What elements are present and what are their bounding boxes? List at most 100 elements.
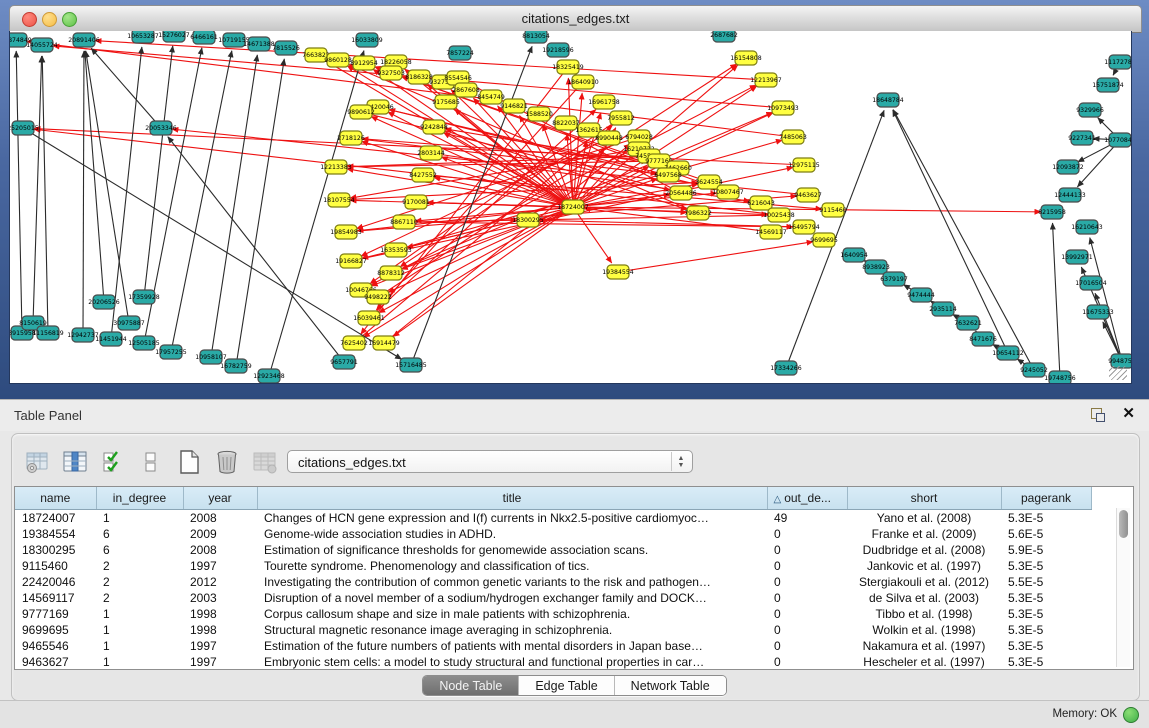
- graph-edge[interactable]: [573, 207, 612, 263]
- graph-node[interactable]: 17016504: [1075, 276, 1107, 290]
- graph-node[interactable]: 16914479: [368, 336, 400, 350]
- window-titlebar[interactable]: citations_edges.txt: [9, 5, 1142, 33]
- graph-node[interactable]: 6497568: [654, 168, 682, 182]
- table-settings-button[interactable]: [24, 449, 50, 475]
- graph-edge[interactable]: [168, 137, 344, 362]
- graph-node[interactable]: 9327503: [377, 66, 405, 80]
- tab-node-table[interactable]: Node Table: [423, 676, 519, 695]
- table-row[interactable]: 977716911998Corpus callosum shape and si…: [15, 606, 1091, 622]
- graph-node[interactable]: 2935114: [929, 302, 957, 316]
- table-row[interactable]: 911546021997Tourette syndrome. Phenomeno…: [15, 558, 1091, 574]
- graph-node[interactable]: 10025438: [763, 208, 795, 222]
- graph-node[interactable]: 18300295: [512, 213, 544, 227]
- graph-node[interactable]: 16961758: [588, 95, 620, 109]
- table-row[interactable]: 1872400712008Changes of HCN gene express…: [15, 510, 1091, 527]
- network-view-canvas[interactable]: 1687484914055724208914061065328715276027…: [9, 31, 1132, 384]
- graph-node[interactable]: 20053346: [145, 121, 177, 135]
- graph-node[interactable]: 17359928: [128, 290, 160, 304]
- scrollbar-thumb[interactable]: [1119, 510, 1128, 538]
- new-table-button[interactable]: [176, 449, 202, 475]
- graph-node[interactable]: 16154808: [730, 51, 762, 65]
- graph-edge[interactable]: [1095, 293, 1122, 361]
- resize-grip[interactable]: [1109, 366, 1127, 380]
- graph-edge[interactable]: [91, 48, 161, 128]
- delete-table-button[interactable]: [214, 449, 240, 475]
- graph-node[interactable]: 12093872: [1052, 160, 1084, 174]
- graph-node[interactable]: 8912954: [350, 56, 378, 70]
- graph-node[interactable]: 25205015: [10, 121, 39, 135]
- graph-node[interactable]: 16353593: [380, 243, 412, 257]
- graph-edge[interactable]: [42, 56, 48, 333]
- graph-node[interactable]: 18325419: [552, 60, 584, 74]
- graph-node[interactable]: 7485063: [779, 130, 807, 144]
- graph-node[interactable]: 2718126: [337, 131, 365, 145]
- table-row[interactable]: 946554611997Estimation of the future num…: [15, 638, 1091, 654]
- graph-node[interactable]: 16210643: [1071, 220, 1103, 234]
- graph-node[interactable]: 12444133: [1054, 188, 1086, 202]
- column-header-short[interactable]: short: [847, 487, 1001, 510]
- graph-node[interactable]: 9242848: [420, 120, 448, 134]
- graph-node[interactable]: 16033809: [351, 33, 383, 47]
- graph-edge[interactable]: [171, 51, 232, 352]
- graph-node[interactable]: 12942737: [67, 328, 99, 342]
- graph-node[interactable]: 10654112: [992, 346, 1024, 360]
- graph-edge[interactable]: [85, 51, 104, 302]
- graph-node[interactable]: 20206526: [88, 295, 120, 309]
- graph-node[interactable]: 17957255: [155, 345, 187, 359]
- graph-node[interactable]: 7857224: [446, 46, 474, 60]
- graph-node[interactable]: 18640910: [567, 75, 599, 89]
- graph-node[interactable]: 9890612: [347, 105, 375, 119]
- memory-ok-indicator[interactable]: [1123, 707, 1139, 723]
- graph-node[interactable]: 9227341: [1068, 131, 1096, 145]
- graph-node[interactable]: 13992971: [1061, 250, 1093, 264]
- graph-node[interactable]: 12975115: [788, 158, 820, 172]
- table-row[interactable]: 1830029562008Estimation of significance …: [15, 542, 1091, 558]
- graph-node[interactable]: 8990448: [595, 131, 623, 145]
- tab-edge-table[interactable]: Edge Table: [519, 676, 614, 695]
- graph-edge[interactable]: [893, 110, 1034, 370]
- graph-node[interactable]: 18107554: [323, 193, 355, 207]
- graph-node[interactable]: 17334266: [770, 361, 802, 375]
- graph-node[interactable]: 7632621: [954, 316, 982, 330]
- graph-node[interactable]: 14671388: [243, 37, 275, 51]
- graph-edge[interactable]: [27, 41, 793, 137]
- graph-node[interactable]: 11172782: [1104, 55, 1131, 69]
- graph-node[interactable]: 10770841: [1104, 133, 1131, 147]
- graph-node[interactable]: 19218596: [542, 43, 574, 57]
- graph-node[interactable]: 9115460: [819, 203, 847, 217]
- table-row[interactable]: 2242004622012Investigating the contribut…: [15, 574, 1091, 590]
- graph-edge[interactable]: [144, 46, 173, 297]
- graph-node[interactable]: 12923468: [253, 369, 285, 383]
- graph-node[interactable]: 20891406: [68, 33, 100, 47]
- graph-node[interactable]: 2687682: [710, 31, 738, 42]
- graph-node[interactable]: 20564486: [665, 186, 697, 200]
- graph-node[interactable]: 10973493: [767, 101, 799, 115]
- graph-edge[interactable]: [33, 56, 42, 323]
- unselect-rows-button[interactable]: [138, 449, 164, 475]
- graph-node[interactable]: 14055724: [26, 38, 58, 52]
- graph-node[interactable]: 6466161: [190, 31, 218, 44]
- graph-node[interactable]: 30975887: [113, 316, 145, 330]
- graph-node[interactable]: 15276027: [158, 31, 190, 42]
- graph-node[interactable]: 1640954: [840, 248, 868, 262]
- graph-edge[interactable]: [1090, 238, 1122, 361]
- graph-node[interactable]: 19748756: [1044, 371, 1076, 383]
- graph-node[interactable]: 15751874: [1092, 78, 1124, 92]
- graph-node[interactable]: 9170081: [402, 195, 430, 209]
- graph-node[interactable]: 7815526: [272, 41, 300, 55]
- graph-node[interactable]: 19384554: [602, 265, 634, 279]
- float-panel-icon[interactable]: [1091, 408, 1105, 422]
- column-header-in-degree[interactable]: in_degree: [96, 487, 183, 510]
- graph-node[interactable]: 8471676: [969, 332, 997, 346]
- graph-node[interactable]: 10958107: [195, 350, 227, 364]
- column-header-pagerank[interactable]: pagerank: [1001, 487, 1091, 510]
- graph-node[interactable]: 7955812: [607, 111, 635, 125]
- graph-node[interactable]: 1588520: [525, 107, 553, 121]
- graph-node[interactable]: 9657791: [330, 355, 358, 369]
- graph-node[interactable]: 12505185: [128, 336, 160, 350]
- graph-edge[interactable]: [16, 51, 22, 333]
- graph-edge[interactable]: [236, 59, 284, 366]
- graph-node[interactable]: 16782759: [220, 359, 252, 373]
- graph-node[interactable]: 7986322: [684, 206, 712, 220]
- graph-node[interactable]: 19854983: [330, 225, 362, 239]
